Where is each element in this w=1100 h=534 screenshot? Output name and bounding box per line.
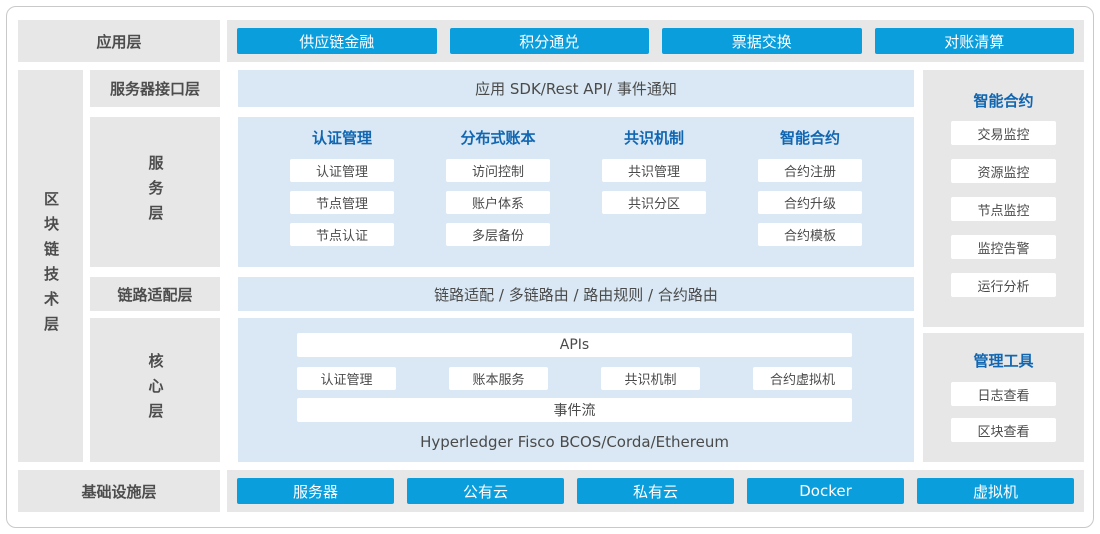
core-module-auth-management: 认证管理 bbox=[297, 367, 396, 390]
svc-header-distributed-ledger: 分布式账本 bbox=[446, 129, 550, 147]
core-modules-row: 认证管理 账本服务 共识机制 合约虚拟机 bbox=[297, 367, 852, 390]
svc-col-distributed-ledger: 分布式账本 访问控制 账户体系 多层备份 bbox=[446, 129, 550, 267]
link-adaptation-layer-label: 链路适配层 bbox=[90, 277, 220, 311]
tool-item-log-viewer: 日志查看 bbox=[951, 382, 1056, 406]
core-module-consensus-mechanism: 共识机制 bbox=[601, 367, 700, 390]
svc-item-contract-upgrade: 合约升级 bbox=[758, 191, 862, 214]
infrastructure-layer-label: 基础设施层 bbox=[18, 470, 220, 512]
application-layer-label: 应用层 bbox=[18, 20, 220, 62]
blockchain-layer-vertical-label: 区块链技术层 bbox=[18, 70, 83, 462]
core-apis-bar: APIs bbox=[297, 333, 852, 357]
infrastructure-layer-row: 基础设施层 服务器 公有云 私有云 Docker 虚拟机 bbox=[18, 470, 1084, 512]
app-btn-supply-chain-finance: 供应链金融 bbox=[237, 28, 437, 54]
infrastructure-buttons-strip: 服务器 公有云 私有云 Docker 虚拟机 bbox=[227, 470, 1084, 512]
panel-management-tools: 管理工具 日志查看 区块查看 bbox=[923, 333, 1084, 462]
service-layer-label: 服务层 bbox=[90, 117, 220, 267]
interface-layer-label: 服务器接口层 bbox=[90, 70, 220, 107]
app-btn-bill-exchange: 票据交换 bbox=[662, 28, 862, 54]
core-layer-label: 核心层 bbox=[90, 318, 220, 462]
svc-item-node-authentication: 节点认证 bbox=[290, 223, 394, 246]
svc-col-consensus-mechanism: 共识机制 共识管理 共识分区 bbox=[602, 129, 706, 267]
core-module-ledger-service: 账本服务 bbox=[449, 367, 548, 390]
svc-header-smart-contract: 智能合约 bbox=[758, 129, 862, 147]
app-btn-reconciliation-settlement: 对账清算 bbox=[875, 28, 1075, 54]
monitor-item-runtime-analysis: 运行分析 bbox=[951, 273, 1056, 297]
svc-col-smart-contract: 智能合约 合约注册 合约升级 合约模板 bbox=[758, 129, 862, 267]
svc-item-contract-registration: 合约注册 bbox=[758, 159, 862, 182]
svc-item-access-control: 访问控制 bbox=[446, 159, 550, 182]
monitor-item-node: 节点监控 bbox=[951, 197, 1056, 221]
service-layer-panel: 认证管理 认证管理 节点管理 节点认证 分布式账本 访问控制 账户体系 多层备份… bbox=[238, 117, 914, 267]
app-btn-points-exchange: 积分通兑 bbox=[450, 28, 650, 54]
svc-header-consensus-mechanism: 共识机制 bbox=[602, 129, 706, 147]
svc-item-contract-template: 合约模板 bbox=[758, 223, 862, 246]
core-module-contract-vm: 合约虚拟机 bbox=[753, 367, 852, 390]
panel-management-tools-header: 管理工具 bbox=[973, 352, 1033, 370]
link-adaptation-content: 链路适配 / 多链路由 / 路由规则 / 合约路由 bbox=[238, 277, 914, 311]
application-layer-row: 应用层 供应链金融 积分通兑 票据交换 对账清算 bbox=[18, 20, 1084, 62]
monitor-item-alert: 监控告警 bbox=[951, 235, 1056, 259]
panel-smart-contract-header: 智能合约 bbox=[973, 92, 1033, 110]
svc-item-account-system: 账户体系 bbox=[446, 191, 550, 214]
panel-smart-contract-monitoring: 智能合约 交易监控 资源监控 节点监控 监控告警 运行分析 bbox=[923, 70, 1084, 327]
svc-item-consensus-management: 共识管理 bbox=[602, 159, 706, 182]
infra-btn-virtual-machine: 虚拟机 bbox=[917, 478, 1074, 504]
monitor-item-resource: 资源监控 bbox=[951, 159, 1056, 183]
application-buttons-strip: 供应链金融 积分通兑 票据交换 对账清算 bbox=[227, 20, 1084, 62]
main-content-column: 应用 SDK/Rest API/ 事件通知 认证管理 认证管理 节点管理 节点认… bbox=[238, 70, 914, 462]
infra-btn-docker: Docker bbox=[747, 478, 904, 504]
monitor-item-transaction: 交易监控 bbox=[951, 121, 1056, 145]
core-layer-panel: APIs 认证管理 账本服务 共识机制 合约虚拟机 事件流 Hyperledge… bbox=[238, 318, 914, 462]
blockchain-technology-layer: 区块链技术层 服务器接口层 服务层 链路适配层 核心层 应用 SDK/Rest … bbox=[18, 70, 1084, 462]
svc-col-auth-management: 认证管理 认证管理 节点管理 节点认证 bbox=[290, 129, 394, 267]
sublayer-labels-column: 服务器接口层 服务层 链路适配层 核心层 bbox=[90, 70, 220, 462]
infra-btn-private-cloud: 私有云 bbox=[577, 478, 734, 504]
side-panels-column: 智能合约 交易监控 资源监控 节点监控 监控告警 运行分析 管理工具 日志查看 … bbox=[923, 70, 1084, 462]
infra-btn-server: 服务器 bbox=[237, 478, 394, 504]
svc-header-auth-management: 认证管理 bbox=[290, 129, 394, 147]
core-platforms-text: Hyperledger Fisco BCOS/Corda/Ethereum bbox=[297, 433, 852, 451]
core-event-stream-bar: 事件流 bbox=[297, 398, 852, 422]
svc-item-multilayer-backup: 多层备份 bbox=[446, 223, 550, 246]
svc-item-node-management: 节点管理 bbox=[290, 191, 394, 214]
svc-item-auth-management: 认证管理 bbox=[290, 159, 394, 182]
infra-btn-public-cloud: 公有云 bbox=[407, 478, 564, 504]
architecture-diagram: 应用层 供应链金融 积分通兑 票据交换 对账清算 区块链技术层 服务器接口层 服… bbox=[18, 20, 1084, 512]
interface-layer-content: 应用 SDK/Rest API/ 事件通知 bbox=[238, 70, 914, 107]
svc-item-consensus-partition: 共识分区 bbox=[602, 191, 706, 214]
tool-item-block-viewer: 区块查看 bbox=[951, 418, 1056, 442]
